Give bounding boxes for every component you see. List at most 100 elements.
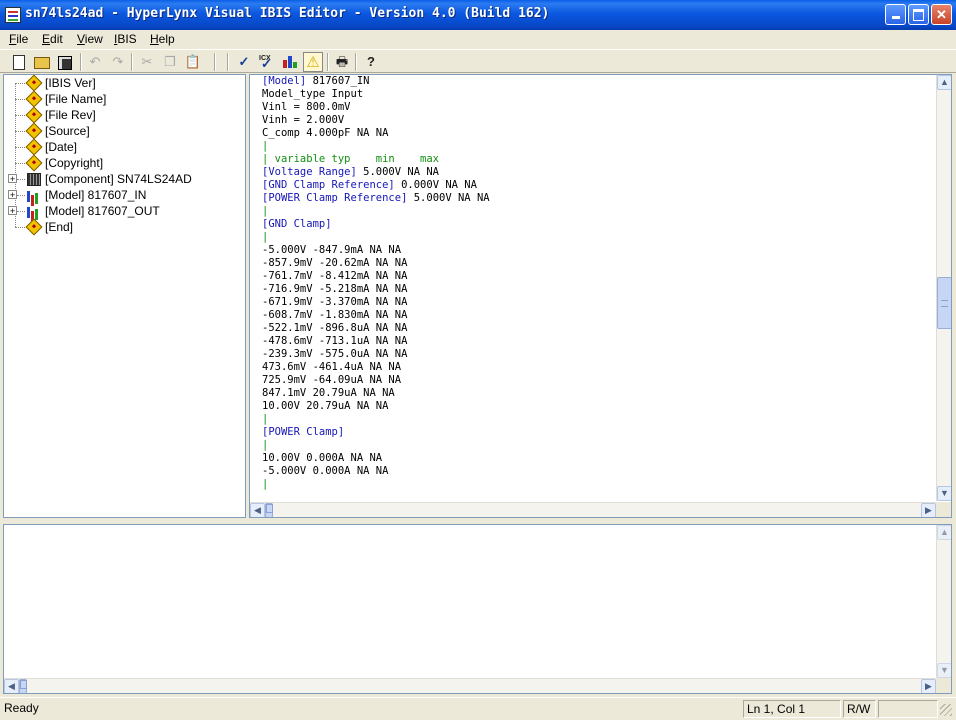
chart-button[interactable] xyxy=(280,52,300,72)
code-line[interactable]: | variable typ min max xyxy=(262,153,490,166)
code-line[interactable]: | xyxy=(262,205,490,218)
expand-icon[interactable]: + xyxy=(8,206,17,216)
code-line[interactable]: -478.6mV -713.1uA NA NA xyxy=(262,335,490,348)
code-line[interactable]: C_comp 4.000pF NA NA xyxy=(262,127,490,140)
tree-item-component[interactable]: + [Component] SN74LS24AD xyxy=(4,171,244,187)
code-line[interactable]: | xyxy=(262,413,490,426)
title-bar[interactable]: sn74ls24ad - HyperLynx Visual IBIS Edito… xyxy=(0,0,956,30)
output-vertical-scrollbar[interactable]: ▲ ▼ xyxy=(936,525,951,678)
close-button[interactable]: ✕ xyxy=(931,4,952,25)
tree-item-model-in[interactable]: + [Model] 817607_IN xyxy=(4,187,244,203)
check-button[interactable]: ✓ xyxy=(234,52,254,72)
tree-item-model-out[interactable]: + [Model] 817607_OUT xyxy=(4,203,244,219)
code-line[interactable]: 10.00V 0.000A NA NA xyxy=(262,452,490,465)
tree-item-file-rev[interactable]: [File Rev] xyxy=(4,106,244,124)
code-line[interactable]: -671.9mV -3.370mA NA NA xyxy=(262,296,490,309)
scroll-left-button[interactable]: ◀ xyxy=(4,679,19,693)
menu-ibis[interactable]: IBIS xyxy=(114,30,137,48)
code-line[interactable]: 473.6mV -461.4uA NA NA xyxy=(262,361,490,374)
code-line[interactable]: [POWER Clamp Reference] 5.000V NA NA xyxy=(262,192,490,205)
expand-icon[interactable]: + xyxy=(8,174,17,184)
code-line[interactable]: 10.00V 20.79uA NA NA xyxy=(262,400,490,413)
code-line[interactable]: -608.7mV -1.830mA NA NA xyxy=(262,309,490,322)
code-line[interactable]: [Voltage Range] 5.000V NA NA xyxy=(262,166,490,179)
editor-vertical-scrollbar[interactable]: ▲ ▼ xyxy=(936,75,951,501)
copy-button[interactable]: ❐ xyxy=(160,52,180,72)
editor-horizontal-scrollbar[interactable]: ◀ ▶ xyxy=(250,502,936,517)
expand-icon[interactable]: + xyxy=(8,190,17,200)
text-editor[interactable]: [Model] 817607_IN Model_type Input Vinl = … xyxy=(249,74,952,518)
app-icon[interactable] xyxy=(5,7,21,23)
tree-item-copyright[interactable]: [Copyright] xyxy=(4,154,244,172)
scroll-right-button[interactable]: ▶ xyxy=(921,503,936,517)
code-line[interactable]: -857.9mV -20.62mA NA NA xyxy=(262,257,490,270)
tree-item-file-name[interactable]: [File Name] xyxy=(4,90,244,108)
scroll-down-button[interactable]: ▼ xyxy=(937,486,951,501)
help-button[interactable]: ? xyxy=(361,52,381,72)
code-line[interactable]: -716.9mV -5.218mA NA NA xyxy=(262,283,490,296)
menu-file[interactable]: File xyxy=(9,30,28,48)
code-line[interactable]: -522.1mV -896.8uA NA NA xyxy=(262,322,490,335)
undo-button[interactable]: ↶ xyxy=(85,52,105,72)
print-icon: 🖶 xyxy=(335,54,349,69)
scroll-right-button[interactable]: ▶ xyxy=(921,679,936,693)
code-line[interactable]: Model_type Input xyxy=(262,88,490,101)
code-line[interactable]: | xyxy=(262,439,490,452)
code-line[interactable]: [Model] 817607_IN xyxy=(262,75,490,88)
code-line[interactable]: -5.000V -847.9mA NA NA xyxy=(262,244,490,257)
redo-button[interactable]: ↷ xyxy=(108,52,128,72)
code-line[interactable]: -761.7mV -8.412mA NA NA xyxy=(262,270,490,283)
keyword-token: [Model] xyxy=(262,75,307,87)
warning-button[interactable]: ⚠ xyxy=(303,52,323,72)
toolbar-separator xyxy=(355,53,357,71)
tree-item-source[interactable]: [Source] xyxy=(4,122,244,140)
minimize-button[interactable] xyxy=(885,4,906,25)
tree-item-label: [Source] xyxy=(45,124,90,138)
keyword-icon xyxy=(25,74,43,92)
code-line[interactable]: [POWER Clamp] xyxy=(262,426,490,439)
check-icon: ✓ xyxy=(238,54,250,69)
paste-button[interactable]: 📋 xyxy=(183,52,203,72)
code-line[interactable]: | xyxy=(262,140,490,153)
tree-item-date[interactable]: [Date] xyxy=(4,138,244,156)
menu-edit[interactable]: Edit xyxy=(42,30,63,48)
code-line[interactable]: | xyxy=(262,478,490,491)
hscroll-thumb[interactable] xyxy=(265,503,273,517)
code-line[interactable]: -239.3mV -575.0uA NA NA xyxy=(262,348,490,361)
tree-item-end[interactable]: [End] xyxy=(4,218,244,236)
ibis-check-button[interactable]: ICX ✓ xyxy=(257,52,277,72)
copy-icon: ❐ xyxy=(164,54,176,69)
scroll-thumb[interactable] xyxy=(937,277,951,329)
scroll-up-button[interactable]: ▲ xyxy=(937,525,951,540)
maximize-button[interactable] xyxy=(908,4,929,25)
print-button[interactable]: 🖶 xyxy=(332,52,352,72)
editor-text[interactable]: [Model] 817607_IN Model_type Input Vinl = … xyxy=(262,75,490,491)
resize-grip[interactable] xyxy=(940,704,952,716)
code-line[interactable]: -5.000V 0.000A NA NA xyxy=(262,465,490,478)
save-button[interactable] xyxy=(55,52,75,72)
code-line[interactable]: 725.9mV -64.09uA NA NA xyxy=(262,374,490,387)
chart-icon xyxy=(283,56,297,68)
tree-item-ibis-ver[interactable]: [IBIS Ver] xyxy=(4,74,244,92)
hscroll-thumb[interactable] xyxy=(19,679,27,693)
scroll-up-button[interactable]: ▲ xyxy=(937,75,951,90)
redo-icon: ↷ xyxy=(112,54,124,69)
code-line[interactable]: Vinl = 800.0mV xyxy=(262,101,490,114)
code-line[interactable]: [GND Clamp] xyxy=(262,218,490,231)
code-line[interactable]: Vinh = 2.000V xyxy=(262,114,490,127)
open-button[interactable] xyxy=(32,52,52,72)
menu-view[interactable]: View xyxy=(77,30,103,48)
help-icon: ? xyxy=(367,54,375,69)
code-line[interactable]: | xyxy=(262,231,490,244)
ibis-tree[interactable]: [IBIS Ver] [File Name] [File Rev] [Sourc… xyxy=(3,74,246,518)
new-file-button[interactable] xyxy=(9,52,29,72)
output-horizontal-scrollbar[interactable]: ◀ ▶ xyxy=(4,678,936,693)
output-pane[interactable]: ▲ ▼ ◀ ▶ xyxy=(3,524,952,694)
scroll-down-button[interactable]: ▼ xyxy=(937,663,951,678)
menu-help[interactable]: Help xyxy=(150,30,175,48)
cut-button[interactable]: ✂ xyxy=(137,52,157,72)
open-folder-icon xyxy=(34,57,50,69)
scroll-left-button[interactable]: ◀ xyxy=(250,503,265,517)
code-line[interactable]: [GND Clamp Reference] 0.000V NA NA xyxy=(262,179,490,192)
code-line[interactable]: 847.1mV 20.79uA NA NA xyxy=(262,387,490,400)
